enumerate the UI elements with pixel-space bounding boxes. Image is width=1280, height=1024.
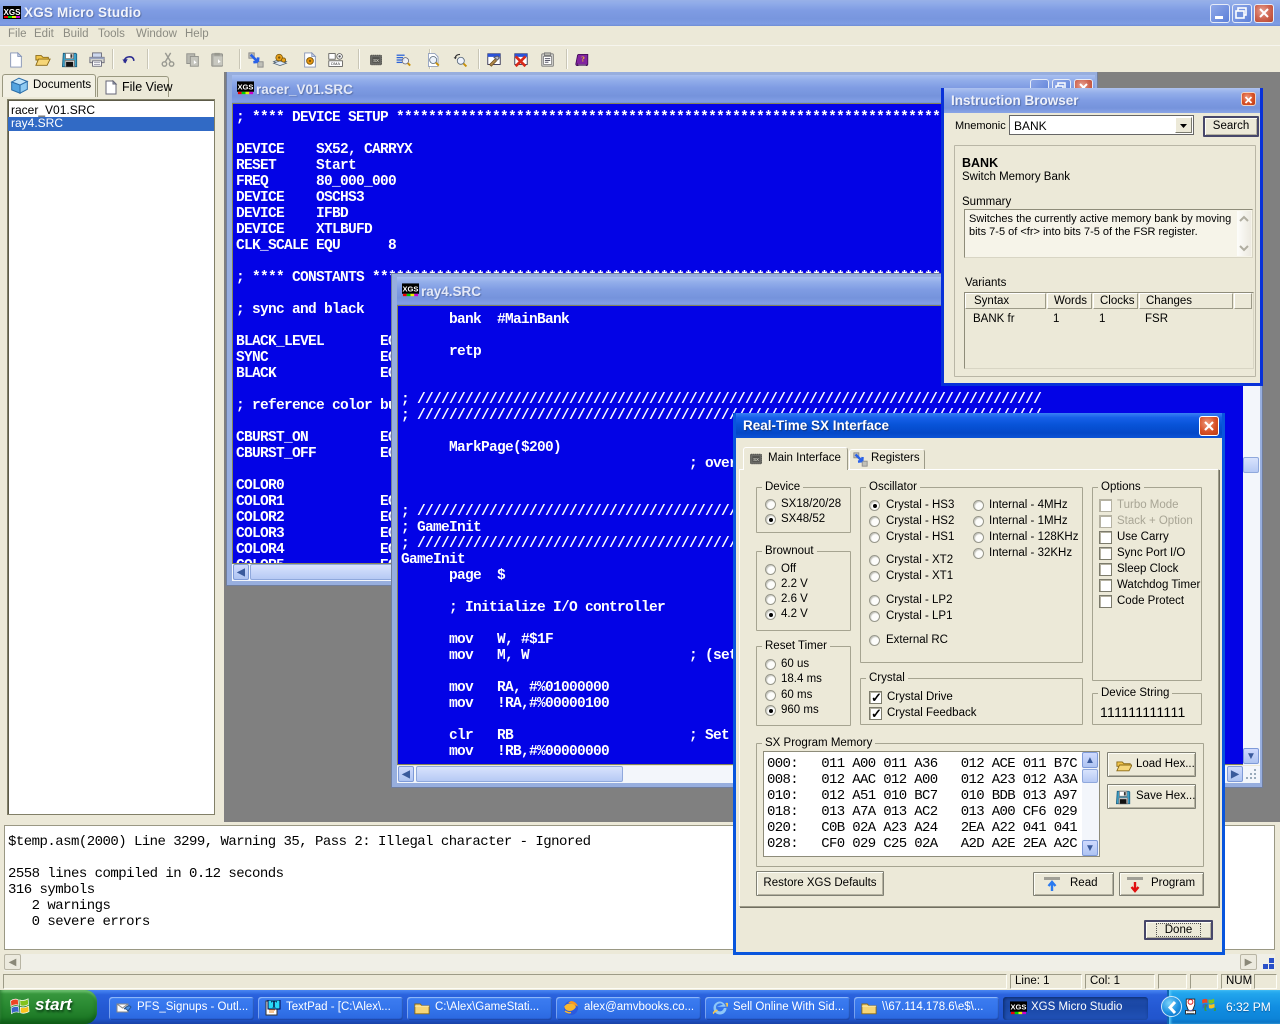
svg-text:SX: SX bbox=[753, 457, 759, 462]
svg-text:XGS: XGS bbox=[403, 284, 419, 293]
svg-text:T: T bbox=[271, 1000, 277, 1010]
svg-text:XGS: XGS bbox=[238, 82, 254, 91]
svg-text:?: ? bbox=[581, 56, 585, 64]
svg-text:DMA: DMA bbox=[331, 61, 340, 66]
svg-text:XGS: XGS bbox=[4, 8, 21, 17]
svg-text:XGS: XGS bbox=[1011, 1002, 1027, 1011]
svg-text:SX: SX bbox=[373, 58, 379, 63]
